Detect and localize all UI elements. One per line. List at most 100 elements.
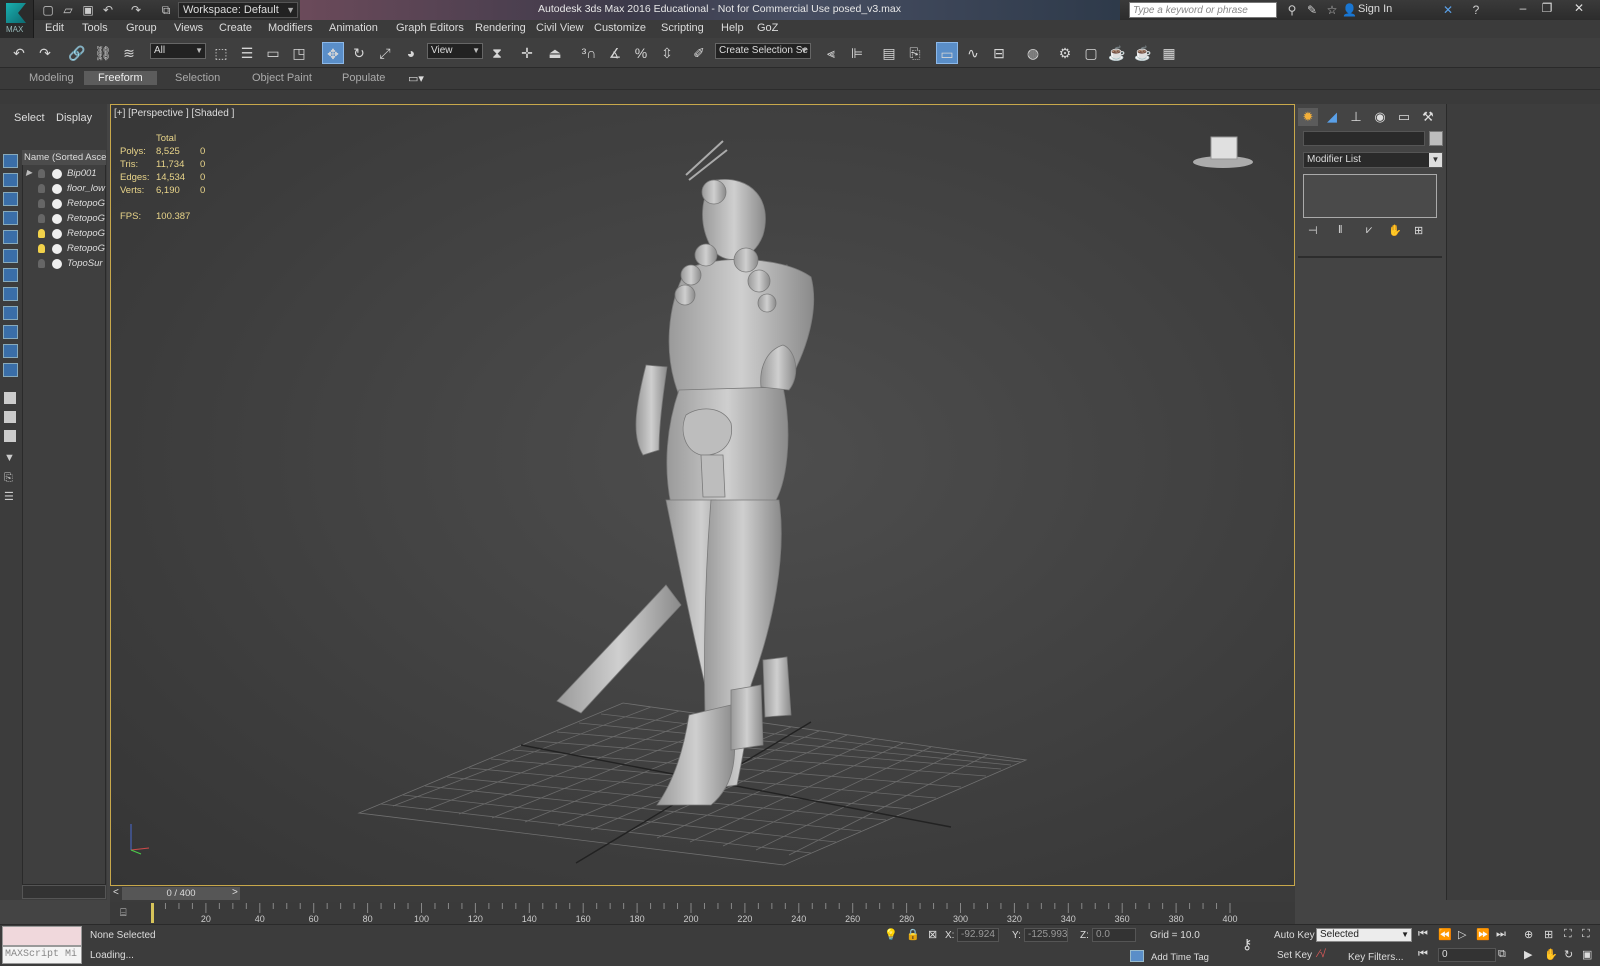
menu-help[interactable]: Help xyxy=(721,22,744,34)
show-end-result-icon[interactable]: ‖ xyxy=(1338,224,1343,236)
redo-icon[interactable]: ↷ xyxy=(34,42,56,64)
display-lights-icon[interactable] xyxy=(3,230,18,244)
display-helpers-icon[interactable] xyxy=(3,268,18,282)
next-frame-icon[interactable]: ⏩ xyxy=(1476,928,1490,941)
hierarchy-tab-icon[interactable]: ⊥ xyxy=(1346,108,1366,126)
menu-views[interactable]: Views xyxy=(174,22,203,34)
ribbon-tab-freeform[interactable]: Freeform xyxy=(84,71,157,85)
object-visibility-icon[interactable] xyxy=(52,259,62,269)
explorer-row[interactable]: RetopoG xyxy=(22,196,106,211)
app-logo-button[interactable]: MAX xyxy=(0,0,34,38)
modify-tab-icon[interactable]: ◢ xyxy=(1322,108,1342,126)
render-production-icon[interactable]: ☕ xyxy=(1106,42,1128,64)
open-mini-curve-editor-icon[interactable]: ⌸ xyxy=(120,907,127,920)
unlink-icon[interactable]: ⛓ xyxy=(92,42,114,64)
object-color-swatch[interactable] xyxy=(1429,131,1443,146)
zoom-icon[interactable]: ⊕ xyxy=(1524,928,1533,941)
find-icon[interactable]: ⎘ xyxy=(4,472,13,485)
object-visibility-icon[interactable] xyxy=(52,214,62,224)
object-visibility-icon[interactable] xyxy=(52,229,62,239)
schematic-view-icon[interactable]: ⊟ xyxy=(988,42,1010,64)
keyboard-shortcut-toggle-icon[interactable]: ⏏ xyxy=(544,42,566,64)
display-space-warps-icon[interactable] xyxy=(3,287,18,301)
make-unique-icon[interactable]: ⩗ xyxy=(1366,224,1372,237)
select-manipulate-icon[interactable]: ✛ xyxy=(516,42,538,64)
menu-rendering[interactable]: Rendering xyxy=(475,22,526,34)
render-iterative-icon[interactable]: ☕ xyxy=(1132,42,1154,64)
search-input[interactable]: Type a keyword or phrase xyxy=(1129,2,1277,18)
display-frozen-icon[interactable] xyxy=(4,392,16,404)
object-visibility-icon[interactable] xyxy=(52,169,62,179)
explorer-row[interactable]: ▶ Bip001 xyxy=(22,166,106,181)
motion-tab-icon[interactable]: ◉ xyxy=(1370,108,1390,126)
spinner-snap-icon[interactable]: ⇳ xyxy=(656,42,678,64)
pivot-center-icon[interactable]: ⧗ xyxy=(486,42,508,64)
percent-snap-icon[interactable]: % xyxy=(630,42,652,64)
align-icon[interactable]: ⊫ xyxy=(846,42,868,64)
render-setup-icon[interactable]: ⚙ xyxy=(1054,42,1076,64)
minimize-button[interactable]: – xyxy=(1512,0,1534,18)
light-bulb-icon[interactable] xyxy=(38,184,45,193)
auto-key-button[interactable]: Auto Key xyxy=(1274,930,1315,941)
light-bulb-icon[interactable] xyxy=(38,214,45,223)
isolate-selection-icon[interactable]: 💡 xyxy=(884,928,898,941)
curve-editor-icon[interactable]: ∿ xyxy=(962,42,984,64)
display-tab-icon[interactable]: ▭ xyxy=(1394,108,1414,126)
binoculars-icon[interactable]: ⚲ xyxy=(1284,2,1300,18)
menu-edit[interactable]: Edit xyxy=(45,22,64,34)
undo-icon[interactable]: ↶ xyxy=(100,2,116,18)
key-filters-button[interactable]: Key Filters... xyxy=(1348,952,1404,963)
ribbon-options-icon[interactable]: ▭▾ xyxy=(408,72,424,85)
orbit-icon[interactable]: ↻ xyxy=(1564,948,1573,961)
rendered-frame-window-icon[interactable]: ▢ xyxy=(1080,42,1102,64)
explorer-column-header[interactable]: Name (Sorted Ascen xyxy=(22,150,106,165)
select-and-scale-icon[interactable]: ⤢ xyxy=(374,42,396,64)
time-configuration-icon[interactable]: ⧉ xyxy=(1498,948,1506,961)
expand-arrow-icon[interactable]: ▶ xyxy=(26,168,32,177)
display-all-children-icon[interactable] xyxy=(4,430,16,442)
named-selection-set-dropdown[interactable]: Create Selection Se ▼ xyxy=(715,43,811,59)
material-editor-icon[interactable]: ◍ xyxy=(1022,42,1044,64)
zoom-extents-all-icon[interactable]: ⛶ xyxy=(1582,928,1590,941)
explorer-row[interactable]: TopoSur xyxy=(22,256,106,271)
play-icon[interactable]: ▷ xyxy=(1458,928,1466,941)
menu-group[interactable]: Group xyxy=(126,22,157,34)
modifier-list-dropdown[interactable]: Modifier List ▼ xyxy=(1303,152,1443,168)
viewport-label-menu[interactable]: [+] [Perspective ] [Shaded ] xyxy=(114,108,234,119)
key-selection-set-dropdown[interactable]: Selected ▼ xyxy=(1316,928,1412,942)
light-bulb-icon[interactable] xyxy=(38,199,45,208)
display-cameras-icon[interactable] xyxy=(3,249,18,263)
display-all-icon[interactable] xyxy=(3,173,18,187)
explorer-horizontal-scrollbar[interactable] xyxy=(22,885,106,899)
object-visibility-icon[interactable] xyxy=(52,184,62,194)
star-icon[interactable]: ☆ xyxy=(1324,2,1340,18)
go-to-start-icon[interactable]: ⏮ xyxy=(1418,928,1428,941)
maxscript-mini-listener[interactable]: MAXScript Mi xyxy=(2,946,82,964)
maxscript-listener[interactable] xyxy=(2,926,82,946)
y-coordinate-field[interactable]: -125.993 xyxy=(1024,928,1068,942)
exchange-icon[interactable]: ✕ xyxy=(1440,2,1456,18)
explorer-row[interactable]: RetopoG xyxy=(22,226,106,241)
add-time-tag-button[interactable]: Add Time Tag xyxy=(1151,952,1209,963)
close-button[interactable]: ✕ xyxy=(1568,0,1590,18)
time-slider-next[interactable]: > xyxy=(232,887,238,898)
light-bulb-icon[interactable] xyxy=(38,229,45,238)
explorer-row[interactable]: RetopoG xyxy=(22,241,106,256)
create-tab-icon[interactable]: ✹ xyxy=(1298,108,1318,126)
time-slider-handle[interactable]: 0 / 400 xyxy=(122,887,240,900)
remove-modifier-icon[interactable]: ✋ xyxy=(1388,224,1402,237)
select-object-icon[interactable]: ⬚ xyxy=(210,42,232,64)
light-bulb-icon[interactable] xyxy=(38,169,45,178)
zoom-extents-icon[interactable]: ⛶ xyxy=(1564,928,1572,941)
render-in-cloud-icon[interactable]: ▦ xyxy=(1158,42,1180,64)
display-bones-icon[interactable] xyxy=(3,344,18,358)
window-crossing-icon[interactable]: ◳ xyxy=(288,42,310,64)
reference-coordinate-dropdown[interactable]: View ▼ xyxy=(427,43,483,59)
pan-view-icon[interactable]: ✋ xyxy=(1544,948,1558,961)
absolute-mode-icon[interactable]: ⊠ xyxy=(928,928,937,941)
ribbon-tab-modeling[interactable]: Modeling xyxy=(29,72,74,84)
modifier-stack[interactable] xyxy=(1303,174,1437,218)
explorer-row[interactable]: floor_low xyxy=(22,181,106,196)
communication-icon[interactable]: ✎ xyxy=(1304,2,1320,18)
light-bulb-icon[interactable] xyxy=(38,244,45,253)
